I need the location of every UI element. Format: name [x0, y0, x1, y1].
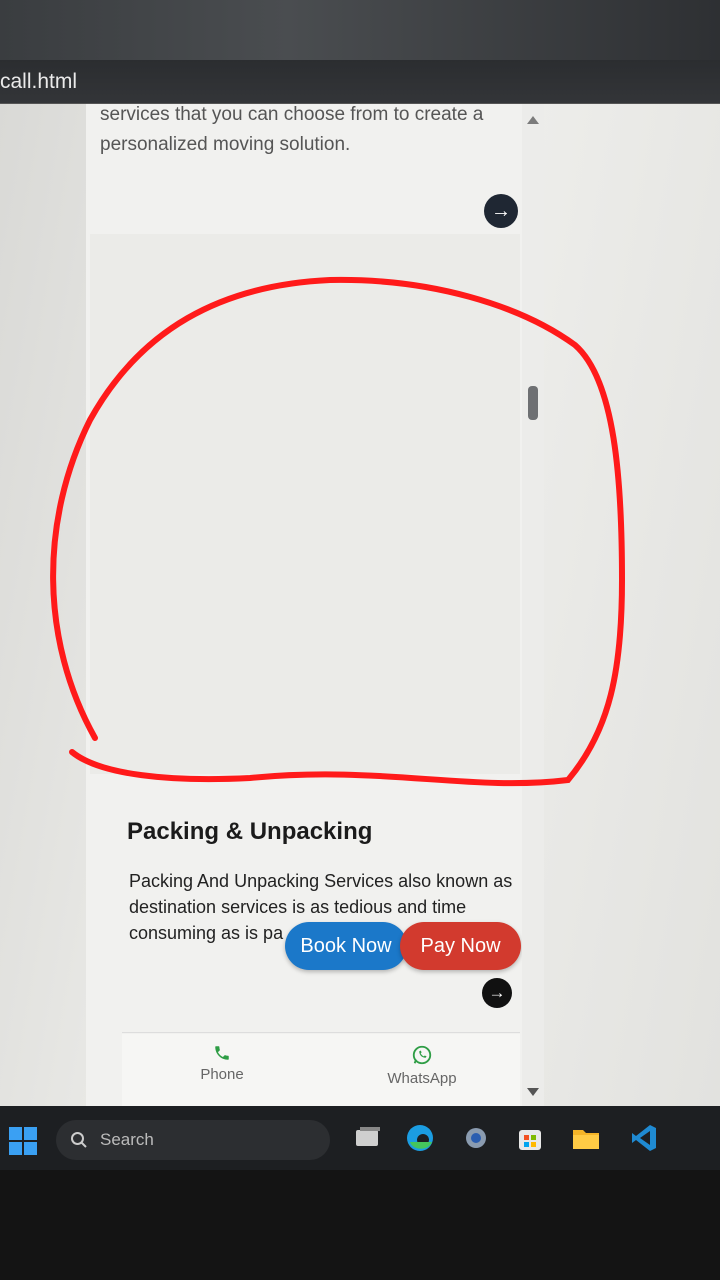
- page-content: services that you can choose from to cre…: [86, 104, 522, 1106]
- whatsapp-icon: [412, 1045, 432, 1065]
- task-view-icon[interactable]: [352, 1122, 384, 1154]
- scroll-up-arrow-icon[interactable]: [527, 116, 539, 124]
- nav-phone-label: Phone: [200, 1066, 244, 1083]
- settings-icon[interactable]: [460, 1122, 492, 1154]
- windows-taskbar: Search: [0, 1106, 720, 1170]
- edge-icon[interactable]: [404, 1122, 436, 1154]
- nav-divider: [122, 1032, 520, 1033]
- nav-whatsapp[interactable]: WhatsApp: [372, 1044, 472, 1087]
- scrollbar-thumb[interactable]: [528, 386, 538, 420]
- search-icon: [71, 1132, 87, 1148]
- arrow-right-icon: →: [491, 199, 511, 222]
- nav-whatsapp-label: WhatsApp: [387, 1070, 457, 1087]
- bottom-contact-nav: Phone WhatsApp: [122, 1034, 520, 1106]
- browser-tab-bar: call.html: [0, 60, 720, 104]
- card-arrow-button[interactable]: →: [484, 194, 518, 228]
- service-intro-text: services that you can choose from to cre…: [100, 104, 484, 155]
- vscode-icon[interactable]: [628, 1122, 660, 1154]
- taskbar-search-label: Search: [100, 1130, 154, 1149]
- scroll-down-arrow-icon[interactable]: [527, 1088, 539, 1096]
- browser-viewport: services that you can choose from to cre…: [0, 104, 720, 1106]
- card-arrow-button-2[interactable]: →: [482, 978, 512, 1008]
- book-now-button[interactable]: Book Now: [285, 922, 407, 970]
- folder-icon[interactable]: [570, 1122, 602, 1154]
- windows-start-icon[interactable]: [8, 1126, 38, 1156]
- arrow-right-icon: →: [488, 983, 506, 1002]
- browser-tab-title[interactable]: call.html: [0, 70, 77, 94]
- pay-now-button[interactable]: Pay Now: [400, 922, 521, 970]
- nav-phone[interactable]: Phone: [182, 1044, 262, 1083]
- taskbar-search[interactable]: Search: [56, 1120, 330, 1160]
- store-icon[interactable]: [514, 1122, 546, 1154]
- phone-icon: [215, 1046, 229, 1060]
- monitor-bezel-top: [0, 0, 720, 60]
- card-title: Packing & Unpacking: [127, 818, 373, 845]
- card-image-placeholder: [90, 234, 520, 774]
- monitor-bezel-bottom: [0, 1170, 720, 1280]
- page-scrollbar[interactable]: [522, 104, 544, 1106]
